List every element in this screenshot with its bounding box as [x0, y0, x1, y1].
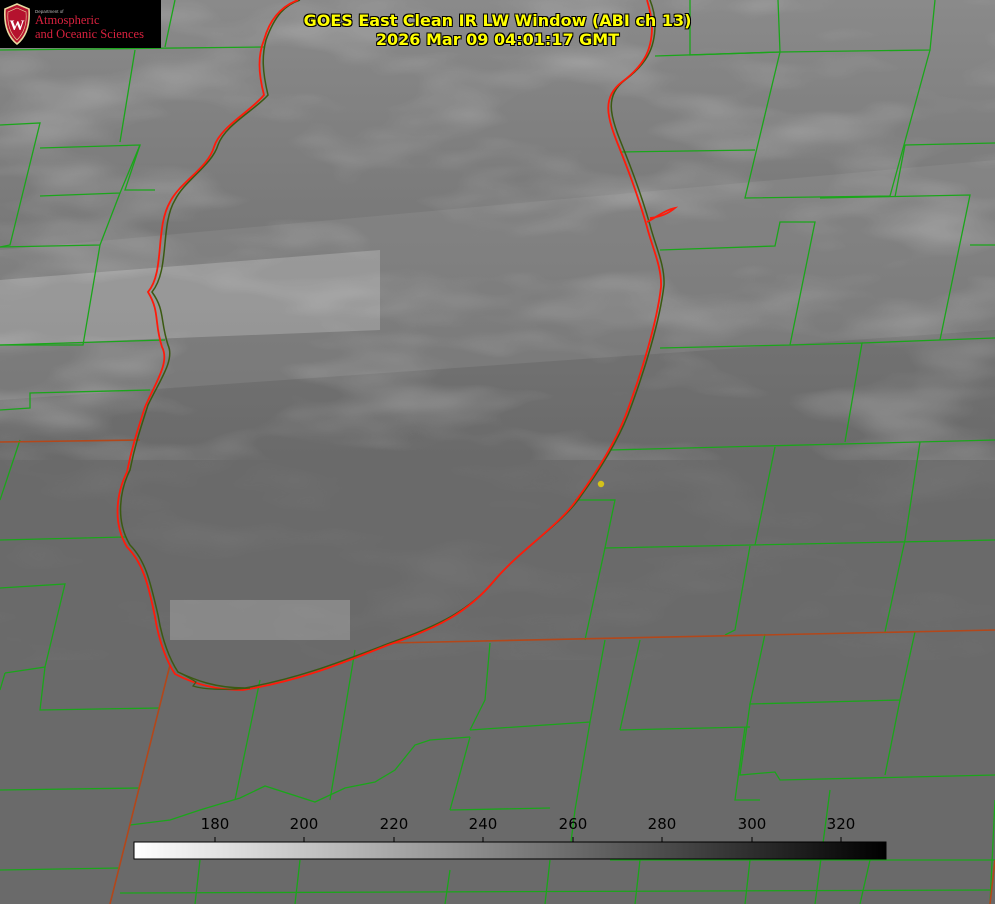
- colorbar-tick-label: 260: [558, 815, 588, 833]
- university-seal-icon: W: [4, 3, 30, 45]
- ir-imagery: [0, 0, 995, 904]
- seal-letter: W: [10, 18, 25, 34]
- colorbar-tick-label: 180: [200, 815, 230, 833]
- colorbar-tick-label: 200: [289, 815, 319, 833]
- aos-logo: W Department of Atmospheric and Oceanic …: [0, 0, 161, 48]
- logo-line2: and Oceanic Sciences: [35, 27, 144, 41]
- colorbar-tick-label: 280: [647, 815, 677, 833]
- colorbar-tick-label: 240: [468, 815, 498, 833]
- colorbar-tick-label: 300: [737, 815, 767, 833]
- colorbar-tick-label: 320: [826, 815, 856, 833]
- satellite-map: [0, 0, 995, 904]
- logo-line1: Atmospheric: [35, 13, 100, 27]
- colorbar: [133, 841, 887, 860]
- colorbar-tick-label: 220: [379, 815, 409, 833]
- location-dot-icon: [597, 480, 605, 488]
